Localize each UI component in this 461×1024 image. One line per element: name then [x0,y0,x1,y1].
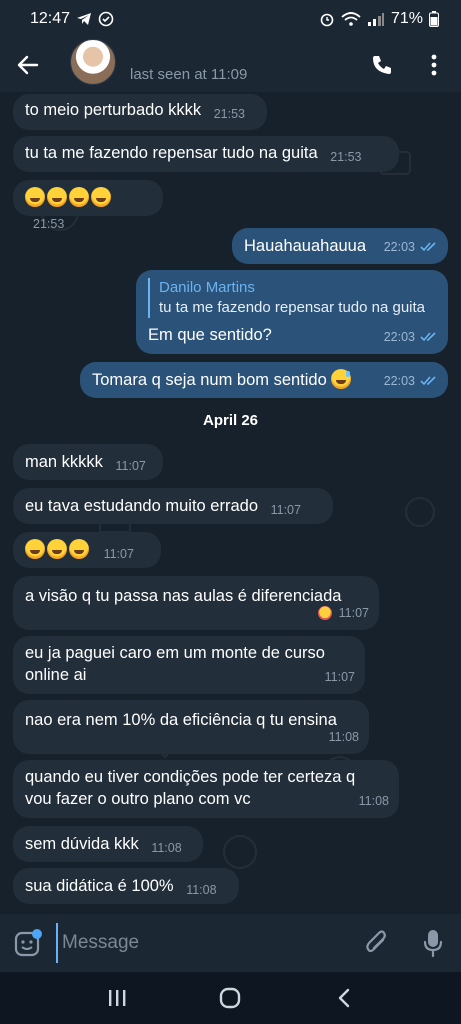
message-time: 11:08 [328,730,359,744]
message-bubble-incoming[interactable]: 21:53 [13,180,163,231]
message-bubble-incoming[interactable]: nao era nem 10% da eficiência q tu ensin… [13,700,369,754]
message-text-line: vou fazer o outro plano com vc [25,790,251,808]
sticker-icon [14,929,42,957]
message-text-line: quando eu tiver condições pode ter certe… [25,768,356,786]
more-menu-button[interactable] [421,52,447,78]
message-text: Hauahauahauua [244,237,367,255]
message-text: to meio perturbado kkkk [25,101,202,119]
microphone-icon [423,930,443,957]
message-bubble-incoming[interactable]: 11:07 [13,532,161,568]
message-text-line: eu ja paguei caro em um monte de curso [25,644,325,662]
recent-apps-icon [108,990,126,1006]
rofl-emoji [25,539,45,559]
message-time: 11:07 [115,459,146,473]
sweat-smile-emoji [331,369,352,389]
message-text-line: online ai [25,666,87,684]
recent-apps-button[interactable] [97,978,137,1018]
chevron-left-icon [338,988,350,1008]
message-text: eu tava estudando muito errado [25,497,258,515]
wifi-icon [341,12,361,26]
read-checkmarks-icon [420,376,436,386]
message-text: Tomara q seja num bom sentido [92,371,327,389]
system-navigation-bar [0,972,461,1024]
message-time: 11:08 [151,841,182,855]
message-time: 21:53 [33,217,65,231]
reaction-emoji[interactable] [317,606,332,620]
message-text: a visão q tu passa nas aulas é diferenci… [25,587,342,605]
alarm-icon [319,11,335,27]
home-icon [220,987,241,1009]
call-button[interactable] [369,52,395,78]
message-bubble-incoming[interactable]: to meio perturbado kkkk 21:53 [13,94,267,130]
message-text: sua didática é 100% [25,877,174,895]
message-input[interactable] [56,923,349,963]
message-text: Em que sentido? [148,326,272,344]
message-time: 11:07 [103,547,134,561]
message-text: nao era nem 10% da eficiência q tu ensin… [25,711,337,729]
message-bubble-outgoing[interactable]: Tomara q seja num bom sentido 22:03 [80,362,448,398]
attach-button[interactable] [349,914,405,972]
message-time: 11:08 [186,883,217,897]
message-bubble-incoming[interactable]: sua didática é 100% 11:08 [13,868,239,904]
quote-author: Danilo Martins [159,279,255,296]
rofl-emoji [47,539,67,559]
message-bubble-incoming[interactable]: quando eu tiver condições pode ter certe… [13,760,399,818]
message-time: 11:07 [324,670,355,684]
message-text: tu ta me fazendo repensar tudo na guita [25,144,318,162]
message-time: 21:53 [330,150,362,164]
message-list[interactable]: to meio perturbado kkkk 21:53 tu ta me f… [0,92,461,914]
last-seen-status: last seen at 11:09 [130,65,248,83]
rofl-emoji [91,187,111,207]
message-time: 22:03 [383,374,415,388]
quote-text: tu ta me fazendo repensar tudo na guita [159,299,426,316]
chat-header: last seen at 11:09 [0,38,461,92]
rofl-emoji [69,187,89,207]
status-time: 12:47 [30,10,71,27]
back-button[interactable] [0,38,56,92]
message-bubble-outgoing[interactable]: Hauahauahauua 22:03 [232,228,448,264]
home-button[interactable] [210,978,250,1018]
message-bubble-incoming[interactable]: a visão q tu passa nas aulas é diferenci… [13,576,379,630]
status-bar: 12:47 71% [0,0,461,38]
message-bubble-outgoing-reply[interactable]: Danilo Martins tu ta me fazendo repensar… [136,270,448,354]
battery-percent: 71% [390,10,423,27]
message-bubble-incoming[interactable]: eu ja paguei caro em um monte de curso o… [13,636,365,694]
message-time: 22:03 [383,240,415,254]
message-composer [0,914,461,972]
rofl-emoji [47,187,67,207]
phone-icon [373,56,391,74]
message-text: sem dúvida kkk [25,835,139,853]
voice-record-button[interactable] [405,914,461,972]
message-time: 11:07 [270,503,301,517]
avatar[interactable] [70,39,116,85]
more-vertical-icon [431,54,437,76]
back-nav-button[interactable] [324,978,364,1018]
arrow-left-icon [17,55,39,75]
signal-icon [367,12,385,26]
message-bubble-incoming[interactable]: tu ta me fazendo repensar tudo na guita … [13,136,399,172]
read-checkmarks-icon [420,332,436,342]
sticker-button[interactable] [0,914,56,972]
rofl-emoji [25,187,45,207]
message-time: 11:08 [358,794,389,808]
check-circle-icon [98,11,114,27]
telegram-icon [76,12,92,26]
message-bubble-incoming[interactable]: eu tava estudando muito errado 11:07 [13,488,333,524]
read-checkmarks-icon [420,242,436,252]
message-time: 11:07 [338,606,369,620]
rofl-emoji [69,539,89,559]
message-bubble-incoming[interactable]: sem dúvida kkk 11:08 [13,826,203,862]
date-separator: April 26 [202,412,259,429]
message-bubble-incoming[interactable]: man kkkkk 11:07 [13,444,163,480]
paperclip-icon [366,930,386,953]
message-time: 21:53 [213,107,245,121]
reply-quote[interactable]: Danilo Martins tu ta me fazendo repensar… [148,278,436,318]
message-text: man kkkkk [25,453,103,471]
battery-icon [429,11,439,27]
message-time: 22:03 [383,330,415,344]
